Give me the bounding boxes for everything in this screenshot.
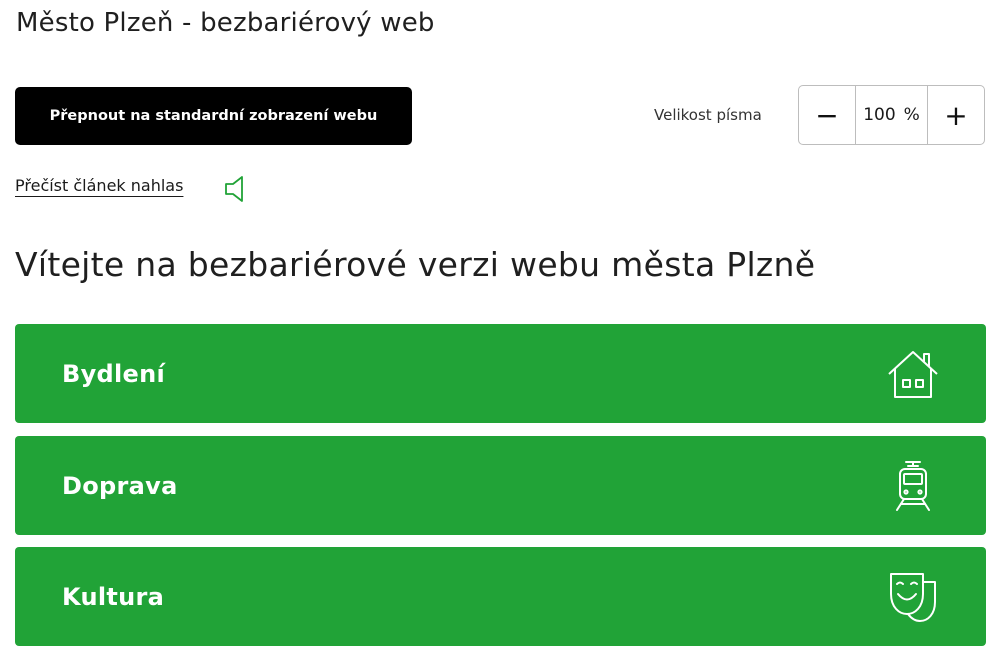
page: Město Plzeň - bezbariérový web Přepnout … (0, 0, 1000, 654)
site-title: Město Plzeň - bezbariérový web (16, 8, 435, 38)
font-size-value-display: 100 % (856, 86, 927, 144)
font-size-control: − 100 % + (798, 85, 985, 145)
welcome-heading: Vítejte na bezbariérové verzi webu města… (15, 245, 816, 284)
tile-label: Kultura (62, 582, 165, 611)
tile-label: Doprava (62, 471, 178, 500)
tile-kultura[interactable]: Kultura (15, 547, 986, 646)
increase-font-button[interactable]: + (927, 86, 984, 144)
tile-doprava[interactable]: Doprava (15, 436, 986, 535)
speaker-icon[interactable] (222, 173, 252, 205)
tile-label: Bydlení (62, 359, 166, 388)
decrease-font-button[interactable]: − (799, 86, 856, 144)
tram-icon (896, 460, 930, 511)
theatre-mask-icon (890, 572, 936, 622)
read-aloud-link[interactable]: Přečíst článek nahlas (15, 176, 183, 195)
font-size-value: 100 (863, 105, 896, 125)
switch-to-standard-web-button[interactable]: Přepnout na standardní zobrazení webu (15, 87, 412, 145)
house-icon (888, 350, 938, 398)
font-size-label: Velikost písma (654, 106, 762, 124)
tile-bydleni[interactable]: Bydlení (15, 324, 986, 423)
font-size-unit: % (903, 105, 920, 125)
